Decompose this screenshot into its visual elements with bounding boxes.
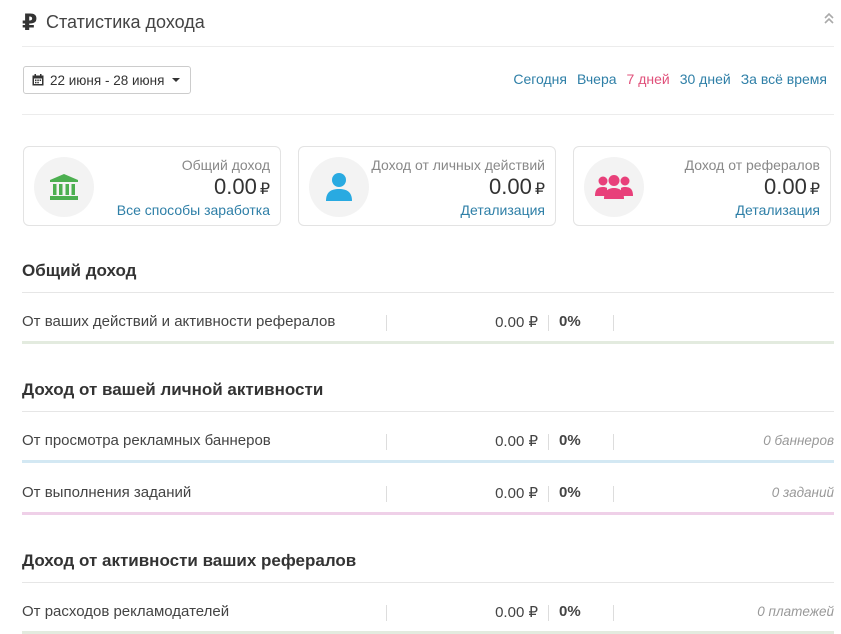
collapse-icon[interactable] (824, 12, 834, 24)
row-name: От ваших действий и активности рефералов (22, 313, 336, 330)
divider (613, 605, 614, 621)
row-percent: 0% (559, 313, 581, 330)
row-count: 0 баннеров (763, 433, 834, 448)
section-title-personal: Доход от вашей личной активности (22, 380, 324, 399)
divider (548, 486, 549, 502)
row-name: От расходов рекламодателей (22, 603, 230, 620)
date-range-label: 22 июня - 28 июня (50, 72, 165, 88)
divider (386, 315, 387, 331)
card-label: Общий доход (181, 157, 270, 173)
card-referral-income: Доход от рефералов 0.00 ₽ Детализация (573, 146, 831, 226)
card-amount: 0.00 ₽ (488, 174, 545, 199)
table-row: От расходов рекламодателей 0.00 ₽ 0% 0 п… (22, 597, 834, 634)
card-amount: 0.00 ₽ (213, 174, 270, 199)
period-links: Сегодня Вчера 7 дней 30 дней За всё врем… (513, 71, 827, 87)
divider (548, 434, 549, 450)
row-value: 0.00 ₽ (495, 433, 538, 450)
progress-bar (22, 460, 834, 463)
table-row: От просмотра рекламных баннеров 0.00 ₽ 0… (22, 426, 834, 463)
section-title-total: Общий доход (22, 261, 137, 280)
divider (22, 292, 834, 293)
table-row: От ваших действий и активности рефералов… (22, 307, 834, 344)
bank-icon (34, 157, 94, 217)
row-percent: 0% (559, 484, 581, 501)
progress-bar (22, 341, 834, 344)
row-count: 0 платежей (757, 604, 834, 619)
chevron-down-icon (172, 78, 181, 82)
row-percent: 0% (559, 432, 581, 449)
row-name: От выполнения заданий (22, 484, 192, 501)
period-7-days[interactable]: 7 дней (627, 71, 670, 87)
details-link-referrals[interactable]: Детализация (736, 202, 820, 218)
progress-bar (22, 512, 834, 515)
divider (22, 114, 834, 115)
row-percent: 0% (559, 603, 581, 620)
divider (613, 486, 614, 502)
card-amount: 0.00 ₽ (763, 174, 820, 199)
period-today[interactable]: Сегодня (513, 71, 567, 87)
card-label: Доход от личных действий (371, 157, 545, 173)
all-earning-methods-link[interactable]: Все способы заработка (117, 202, 270, 218)
card-personal-income: Доход от личных действий 0.00 ₽ Детализац… (298, 146, 556, 226)
section-title-referrals: Доход от активности ваших рефералов (22, 551, 357, 570)
row-count: 0 заданий (771, 485, 834, 500)
panel-header: ₽ Статистика дохода (22, 8, 834, 47)
divider (548, 605, 549, 621)
table-row: От выполнения заданий 0.00 ₽ 0% 0 задани… (22, 478, 834, 515)
divider (548, 315, 549, 331)
row-value: 0.00 ₽ (495, 485, 538, 502)
divider (386, 434, 387, 450)
divider (386, 486, 387, 502)
card-total-income: Общий доход 0.00 ₽ Все способы заработка (23, 146, 281, 226)
row-value: 0.00 ₽ (495, 604, 538, 621)
details-link-personal[interactable]: Детализация (461, 202, 545, 218)
ruble-icon: ₽ (22, 10, 38, 35)
user-icon (309, 157, 369, 217)
period-all-time[interactable]: За всё время (741, 71, 827, 87)
divider (613, 434, 614, 450)
row-value: 0.00 ₽ (495, 314, 538, 331)
period-30-days[interactable]: 30 дней (680, 71, 731, 87)
date-range-button[interactable]: 22 июня - 28 июня (23, 66, 192, 94)
divider (22, 582, 834, 583)
users-icon (584, 157, 644, 217)
row-name: От просмотра рекламных баннеров (22, 432, 271, 449)
divider (386, 605, 387, 621)
period-yesterday[interactable]: Вчера (577, 71, 617, 87)
page-title: Статистика дохода (46, 12, 205, 32)
divider (22, 411, 834, 412)
calendar-icon (32, 74, 44, 86)
card-label: Доход от рефералов (684, 157, 820, 173)
divider (613, 315, 614, 331)
